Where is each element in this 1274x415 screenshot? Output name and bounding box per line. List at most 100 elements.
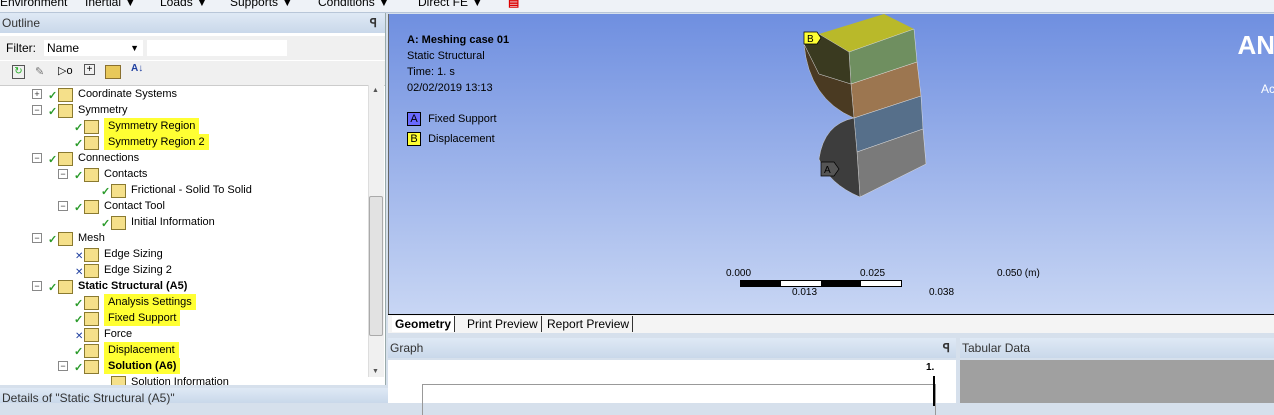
tree-item[interactable]: − ✓ Connections	[0, 150, 366, 166]
tree-item-label: Coordinate Systems	[78, 88, 178, 100]
legend-label: Displacement	[428, 133, 495, 145]
pin-icon[interactable]: ꟼ	[943, 338, 950, 358]
tree-item[interactable]: − ✓ Symmetry	[0, 102, 366, 118]
tree-node-icon	[58, 280, 73, 294]
outline-toolbar: ↻ ✎ ▷o + A↓	[0, 61, 385, 86]
tree-node-icon	[111, 376, 126, 385]
tree-node-icon	[84, 328, 99, 342]
view-tabs: Geometry Print Preview Report Preview	[388, 314, 1274, 333]
tree-item[interactable]: ✓ Initial Information	[0, 214, 366, 230]
scroll-up-icon[interactable]: ▲	[372, 87, 379, 94]
time-label: Time: 1. s	[407, 66, 455, 78]
tree-node-icon	[58, 88, 73, 102]
outline-tree: + ✓ Coordinate Systems − ✓ Symmetry ✓ Symmetry …	[0, 85, 366, 385]
pin-icon[interactable]: ꟼ	[370, 13, 377, 33]
tree-item[interactable]: ✓ Analysis Settings	[0, 294, 366, 310]
scrollbar-thumb[interactable]	[369, 196, 383, 336]
environment-menu[interactable]: Environment	[0, 0, 67, 9]
tree-item-label: Force	[104, 328, 133, 340]
tree-node-icon	[84, 344, 99, 358]
tab-report-preview[interactable]: Report Preview	[544, 316, 634, 332]
inertial-menu[interactable]: Inertial ▼	[85, 0, 136, 9]
tree-node-icon	[111, 216, 126, 230]
geometry-model[interactable]: B A	[789, 14, 949, 204]
tree-node-icon	[84, 168, 99, 182]
ribbon-toolbar: Environment Inertial ▼ Loads ▼ Supports …	[0, 0, 1274, 13]
tree-item[interactable]: ✓ Frictional - Solid To Solid	[0, 182, 366, 198]
direct-fe-menu[interactable]: Direct FE ▼	[418, 0, 483, 9]
graph-header: Graph ꟼ	[388, 338, 956, 358]
graph-title: Graph	[390, 341, 424, 355]
expand-all-icon[interactable]: +	[84, 64, 95, 75]
tree-item[interactable]: − ✓ Contact Tool	[0, 198, 366, 214]
eraser-icon[interactable]: ✎	[35, 65, 44, 78]
tree-item[interactable]: − ✓ Static Structural (A5)	[0, 278, 366, 294]
tree-item[interactable]: + ✓ Coordinate Systems	[0, 86, 366, 102]
report-icon[interactable]: ▤	[508, 0, 519, 9]
tree-node-icon	[84, 312, 99, 326]
legend-item-fixed-support: A Fixed Support	[407, 112, 497, 126]
tabular-title: Tabular Data	[962, 341, 1031, 355]
collapse-icon[interactable]: −	[58, 169, 68, 179]
legend-item-displacement: B Displacement	[407, 132, 495, 146]
tree-node-icon	[111, 184, 126, 198]
conditions-menu[interactable]: Conditions ▼	[318, 0, 390, 9]
supports-menu[interactable]: Supports ▼	[230, 0, 293, 9]
folder-icon[interactable]	[105, 65, 121, 79]
tree-item-label: Edge Sizing	[104, 248, 163, 260]
collapse-icon[interactable]: −	[32, 281, 42, 291]
geometry-viewport[interactable]: A: Meshing case 01 Static Structural Tim…	[388, 14, 1274, 314]
tree-item[interactable]: ✕ Edge Sizing	[0, 246, 366, 262]
tree-item-label: Analysis Settings	[104, 294, 196, 310]
tabular-area	[960, 360, 1274, 403]
sort-az-icon[interactable]: A↓	[131, 63, 143, 74]
analysis-type: Static Structural	[407, 50, 485, 62]
tab-geometry[interactable]: Geometry	[392, 316, 456, 332]
collapse-icon[interactable]: −	[58, 361, 68, 371]
outline-title: Outline	[2, 16, 41, 30]
tree-item[interactable]: ✓ Fixed Support	[0, 310, 366, 326]
tree-node-icon	[84, 200, 99, 214]
details-header: Details of "Static Structural (A5)"	[0, 388, 388, 405]
tree-item[interactable]: ✕ Edge Sizing 2	[0, 262, 366, 278]
filter-input[interactable]	[147, 40, 287, 56]
collapse-icon[interactable]: −	[32, 105, 42, 115]
tree-item-label: Symmetry Region 2	[104, 134, 209, 150]
legend-key: A	[407, 112, 421, 126]
legend-key: B	[407, 132, 421, 146]
tab-print-preview[interactable]: Print Preview	[464, 316, 542, 332]
filter-select-value: Name	[47, 41, 80, 55]
tabular-header: Tabular Data	[960, 338, 1274, 358]
tree-item[interactable]: − ✓ Solution (A6)	[0, 358, 366, 374]
tabular-data-panel: Tabular Data	[960, 338, 1274, 403]
collapse-icon[interactable]: −	[58, 201, 68, 211]
graph-area: 1.	[388, 360, 956, 415]
tree-item[interactable]: Solution Information	[0, 374, 366, 385]
label-b: B	[807, 34, 814, 45]
tree-node-icon	[84, 360, 99, 374]
tree-item-label: Solution (A6)	[104, 358, 181, 374]
tree-item[interactable]: ✓ Displacement	[0, 342, 366, 358]
scale-label-050: 0.050 (m)	[997, 268, 1040, 279]
tree-item[interactable]: − ✓ Contacts	[0, 166, 366, 182]
filter-label: Filter:	[6, 41, 36, 55]
scroll-down-icon[interactable]: ▼	[372, 368, 379, 375]
outline-header: Outline ꟼ	[0, 13, 385, 33]
tree-node-icon	[58, 232, 73, 246]
tree-item[interactable]: ✕ Force	[0, 326, 366, 342]
model-title: A: Meshing case 01	[407, 34, 510, 46]
refresh-icon[interactable]: ↻	[12, 65, 25, 79]
loads-menu[interactable]: Loads ▼	[160, 0, 208, 9]
tree-item[interactable]: ✓ Symmetry Region	[0, 118, 366, 134]
tree-filter-icon[interactable]: ▷o	[58, 64, 73, 77]
collapse-icon[interactable]: −	[32, 233, 42, 243]
tree-item[interactable]: ✓ Symmetry Region 2	[0, 134, 366, 150]
chevron-down-icon: ▼	[130, 43, 139, 53]
tree-item[interactable]: − ✓ Mesh	[0, 230, 366, 246]
graph-axis-label: 1.	[926, 362, 935, 373]
filter-select[interactable]: Name ▼	[44, 40, 143, 56]
expand-icon[interactable]: +	[32, 89, 42, 99]
tree-item-label: Symmetry	[78, 104, 128, 116]
tree-node-icon	[84, 248, 99, 262]
collapse-icon[interactable]: −	[32, 153, 42, 163]
